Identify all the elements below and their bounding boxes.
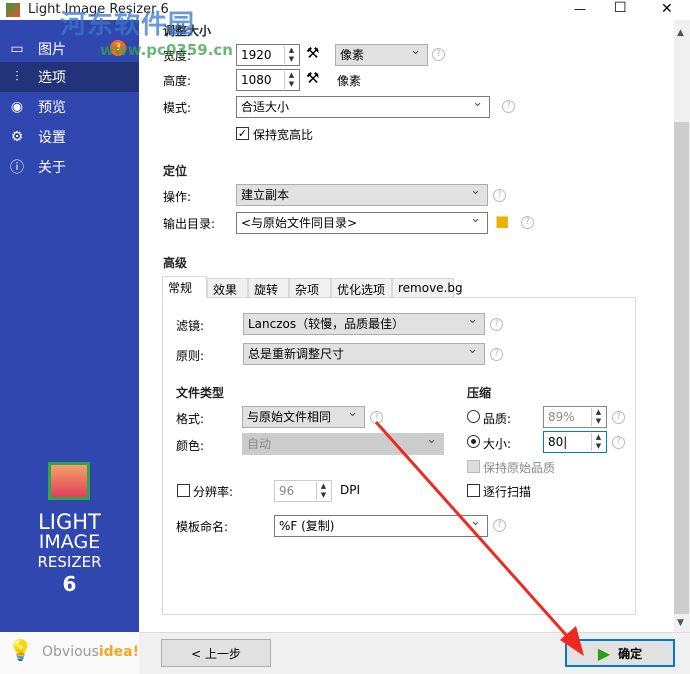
- annotation-arrow: [374, 421, 584, 656]
